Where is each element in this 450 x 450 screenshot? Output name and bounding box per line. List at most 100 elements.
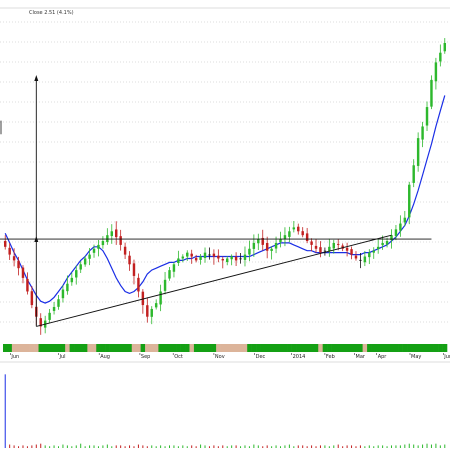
signal-band-cell xyxy=(269,344,275,352)
signal-band-cell xyxy=(96,344,101,352)
signal-band-cell xyxy=(78,344,84,352)
volume-bar xyxy=(444,444,446,448)
signal-band-cell xyxy=(38,344,44,352)
volume-bar xyxy=(18,446,20,448)
x-axis-ticks: Jun Jul Aug Sep Oct Nov Dec 2014 Feb Mar Apr May Jun xyxy=(10,353,450,360)
candle-body xyxy=(421,126,424,140)
volume-bar xyxy=(49,446,51,448)
candle-body xyxy=(297,226,300,232)
candle-body xyxy=(265,242,269,251)
signal-band-cell xyxy=(51,344,57,352)
volume-bar xyxy=(408,443,410,448)
volume-bar xyxy=(240,446,242,448)
volume-bar xyxy=(226,446,228,448)
volume-bar xyxy=(13,445,15,448)
signal-band-cell xyxy=(442,344,448,352)
volume-bar xyxy=(257,445,259,448)
candle-body xyxy=(106,235,109,243)
candle-body xyxy=(225,258,229,263)
volume-bar xyxy=(53,445,55,448)
stock-chart: Close 2.51 (4.1%) Jun Jul Aug Sep Oct Nov Dec 2… xyxy=(0,7,450,448)
x-tick-label: Apr xyxy=(378,354,388,360)
signal-band-cell xyxy=(256,344,261,352)
candle-body xyxy=(190,253,193,257)
candle-body xyxy=(212,253,216,257)
signal-band-cell xyxy=(167,344,173,352)
volume-bar xyxy=(146,446,148,448)
candle-body xyxy=(310,241,313,245)
signal-band-cell xyxy=(47,344,53,352)
candle-body xyxy=(359,259,362,261)
signal-band-cell xyxy=(25,344,30,352)
signal-band-cell xyxy=(300,344,306,352)
signal-band-cell xyxy=(118,344,124,352)
candle-body xyxy=(412,165,415,183)
signal-band-cell xyxy=(336,344,341,352)
signal-band-cell xyxy=(158,344,164,352)
volume-bar xyxy=(155,446,157,448)
signal-band-cell xyxy=(131,344,137,352)
candle-body xyxy=(70,277,74,283)
signal-band-cell xyxy=(358,344,363,352)
candle-body xyxy=(416,138,420,166)
signal-band-cell xyxy=(318,344,323,352)
volume-bar xyxy=(120,445,122,448)
signal-band-cell xyxy=(34,344,39,352)
volume-bar xyxy=(177,446,179,448)
signal-band-cell xyxy=(193,344,199,352)
volume-bar xyxy=(75,445,77,448)
candle-body xyxy=(57,299,60,307)
signal-band-cell xyxy=(11,344,17,352)
volume-bar xyxy=(97,446,99,448)
candle-body xyxy=(314,245,318,249)
candle-body xyxy=(132,263,136,276)
candle-body xyxy=(243,254,247,260)
candle-body xyxy=(123,246,127,255)
candle-body xyxy=(408,184,411,218)
signal-band-cell xyxy=(87,344,93,352)
volume-bar xyxy=(315,446,317,448)
candle-body xyxy=(3,241,7,247)
volume-bar xyxy=(26,446,28,448)
volume-bar xyxy=(115,445,117,448)
candle-body xyxy=(394,229,398,237)
volume-bar xyxy=(66,445,68,448)
candle-body xyxy=(83,258,87,265)
volume-bar xyxy=(319,445,321,448)
candle-body xyxy=(199,256,202,260)
candle-body xyxy=(92,248,96,253)
volume-bar xyxy=(430,444,432,448)
candle-body xyxy=(368,252,371,258)
volume-bar xyxy=(129,445,131,448)
volume-bar xyxy=(208,446,210,448)
volume-bar xyxy=(417,445,419,448)
volume-bar xyxy=(31,445,33,448)
signal-band-cell xyxy=(375,344,381,352)
signal-band-cell xyxy=(353,344,359,352)
signal-band-cell xyxy=(82,344,88,352)
close-readout: Close 2.51 (4.1%) xyxy=(29,10,74,16)
signal-band-cell xyxy=(202,344,208,352)
candle-body xyxy=(61,289,65,299)
volume-bar xyxy=(311,445,313,448)
x-tick-label: Feb xyxy=(326,354,335,360)
signal-band-cell xyxy=(260,344,266,352)
volume-bar xyxy=(84,446,86,448)
volume-bar xyxy=(102,445,104,448)
candle-body xyxy=(350,249,353,255)
moving-average-line xyxy=(4,95,446,304)
volume-bar xyxy=(160,445,162,448)
candle-body xyxy=(17,260,20,269)
signal-band-cell xyxy=(220,344,226,352)
signal-band-cell xyxy=(242,344,248,352)
volume-bar xyxy=(404,444,406,448)
signal-band-cell xyxy=(176,344,181,352)
signal-band-cell xyxy=(384,344,390,352)
signal-band-cell xyxy=(411,344,417,352)
candle-body xyxy=(372,250,375,253)
volume-bar xyxy=(182,445,184,448)
candle-body xyxy=(12,256,16,261)
signal-band-cell xyxy=(415,344,421,352)
candle-body xyxy=(270,248,273,251)
volume-bar xyxy=(399,445,401,448)
